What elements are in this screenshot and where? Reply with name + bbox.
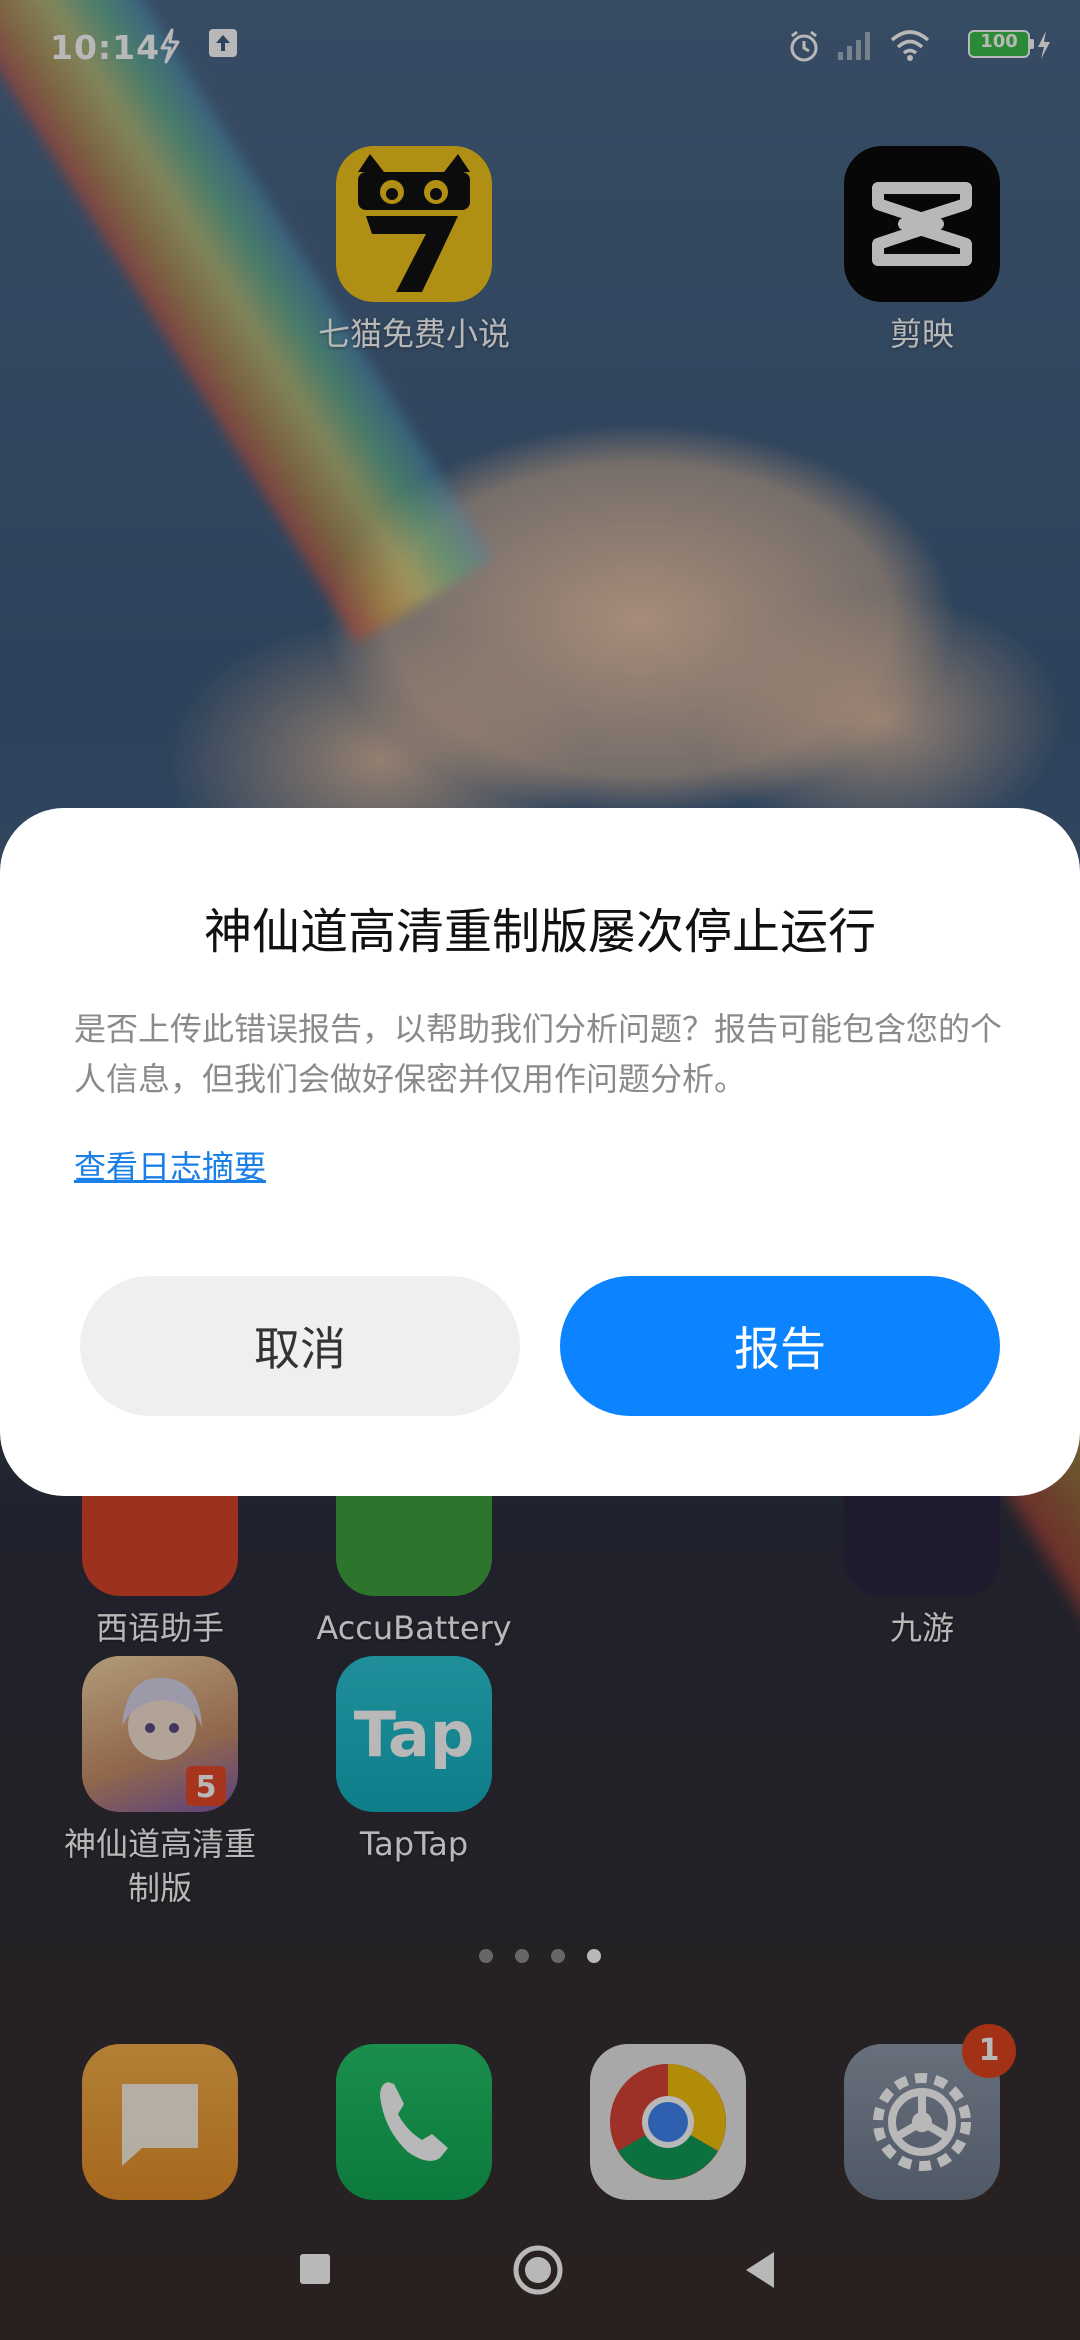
crash-report-dialog: 神仙道高清重制版屡次停止运行 是否上传此错误报告，以帮助我们分析问题？报告可能包… bbox=[0, 808, 1080, 1496]
cancel-button[interactable]: 取消 bbox=[80, 1276, 520, 1416]
dialog-title: 神仙道高清重制版屡次停止运行 bbox=[203, 904, 876, 960]
dialog-message: 是否上传此错误报告，以帮助我们分析问题？报告可能包含您的个人信息，但我们会做好保… bbox=[74, 1010, 1003, 1098]
view-log-summary-link[interactable]: 查看日志摘要 bbox=[74, 1142, 266, 1188]
report-button[interactable]: 报告 bbox=[560, 1276, 1000, 1416]
